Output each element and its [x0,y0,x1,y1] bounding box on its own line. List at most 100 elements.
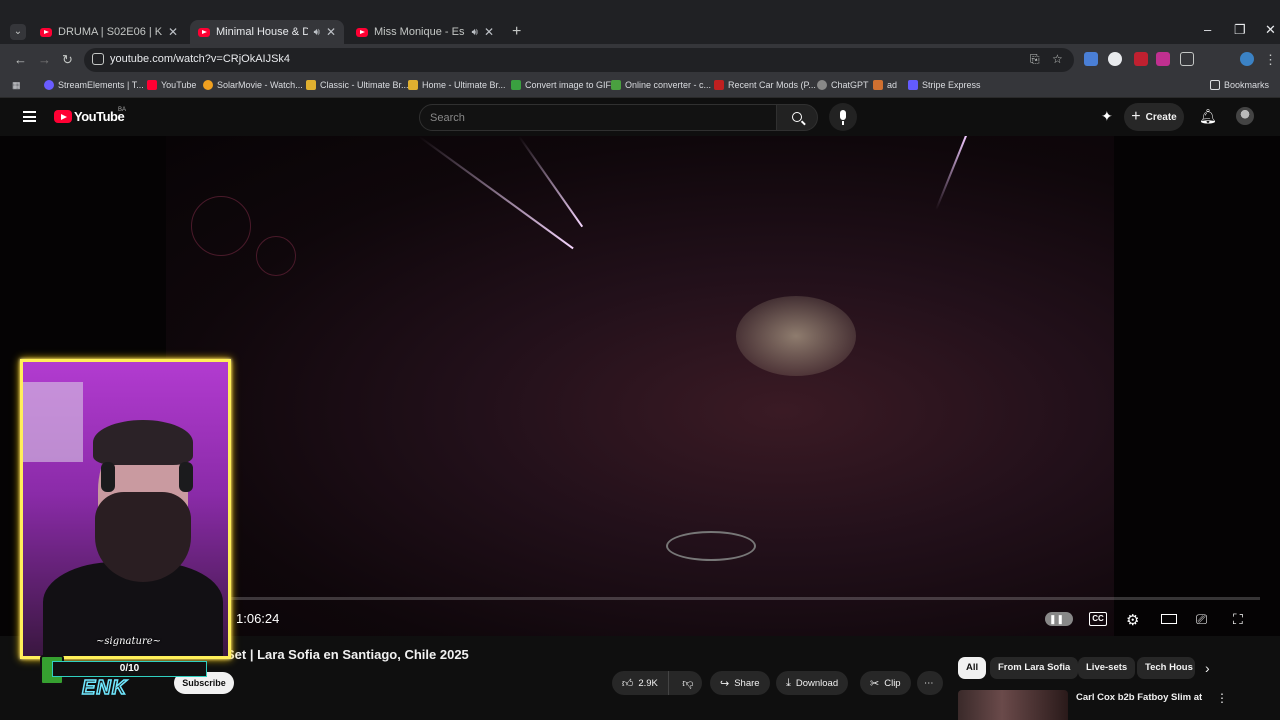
progress-bar[interactable] [230,597,1260,600]
like-dislike-group: 👍︎ 2.9K 👎︎ [612,671,702,695]
hamburger-menu-icon[interactable] [23,111,36,122]
download-button[interactable]: ⤓ Download [776,671,849,695]
theater-mode-icon[interactable] [1161,614,1177,624]
tab-minimal-house[interactable]: Minimal House & Deep Tec 🔊︎ ✕ [190,20,344,44]
bookmarks-folder[interactable]: Bookmarks [1210,80,1269,90]
chevron-right-icon[interactable]: › [1205,660,1210,676]
cam-person-hair [93,420,193,465]
tab-close-icon[interactable]: ✕ [326,25,336,39]
youtube-favicon-icon [356,27,368,37]
extension-icon[interactable] [1108,52,1122,66]
bookmark-home-ultimate[interactable]: Home - Ultimate Br... [408,80,506,90]
create-button[interactable]: + Create [1124,103,1184,131]
address-bar[interactable]: youtube.com/watch?v=CRjOkAIJSk4 ⎘ ☆ [84,48,1074,72]
bookmark-classic-ultimate[interactable]: Classic - Ultimate Br... [306,80,409,90]
search-placeholder: Search [430,112,465,124]
bookmark-youtube[interactable]: YouTube [147,80,196,90]
captions-cc-icon[interactable]: CC [1089,612,1107,626]
youtube-logo-icon[interactable] [54,110,72,123]
cam-person-beard [95,492,191,582]
share-arrow-icon: ↪ [720,677,730,690]
profile-avatar[interactable] [1240,52,1254,66]
turntable-platter [666,531,756,561]
tab-search-chevron-icon[interactable]: ⌄ [10,24,26,40]
video-title: Set | Lara Sofia en Santiago, Chile 2025 [226,647,469,662]
notifications-bell-icon[interactable]: 🔔︎ [1199,108,1217,125]
bookmark-streamelements[interactable]: StreamElements | T... [44,80,144,90]
ring-light [256,236,296,276]
voice-search-mic-icon[interactable] [829,103,857,131]
speaker-icon[interactable]: 🔊︎ [472,27,478,38]
bookmark-online-converter[interactable]: Online converter - c... [611,80,711,90]
new-tab-icon[interactable]: + [512,23,521,41]
extensions-puzzle-icon[interactable] [1180,52,1194,66]
bookmark-ad[interactable]: ad [873,80,897,90]
site-info-icon[interactable] [92,53,104,65]
channel-logo: ENK [81,676,128,700]
youtube-favicon-icon [198,27,210,37]
light-glow [736,296,856,376]
bookmark-label: Classic - Ultimate Br... [320,80,409,90]
forward-icon[interactable]: → [38,52,51,67]
bookmark-label: Stripe Express [922,80,981,90]
speaker-icon[interactable]: 🔊︎ [314,27,320,38]
install-app-icon[interactable]: ⎘ [1030,52,1040,67]
dislike-button-thumbs-down-icon[interactable]: 👎︎ [674,677,702,690]
chip-from-lara-sofia[interactable]: From Lara Sofia [990,657,1079,679]
chip-all[interactable]: All [958,657,987,679]
ring-light [191,196,251,256]
country-code: BA [118,107,127,113]
bookmark-convert-gif[interactable]: Convert image to GIF [511,80,611,90]
like-count: 2.9K [638,677,658,689]
account-avatar[interactable] [1236,107,1254,125]
apps-grid-icon[interactable]: ▦ [12,80,21,91]
bookmark-label: ad [887,80,898,90]
search-input[interactable]: Search [419,104,777,131]
tab-druma[interactable]: DRUMA | S02E06 | KONURALP | ✕ [32,20,186,44]
bookmark-icon [817,80,827,90]
bookmark-icon [203,80,213,90]
scissors-icon: ✂ [870,677,880,690]
bookmark-solarmovie[interactable]: SolarMovie - Watch... [203,80,303,90]
url-text: youtube.com/watch?v=CRjOkAIJSk4 [110,53,291,65]
chip-live-sets[interactable]: Live-sets [1078,657,1136,679]
recommended-thumbnail[interactable] [958,690,1068,720]
bookmark-icon [873,80,883,90]
tab-close-icon[interactable]: ✕ [484,25,494,39]
bookmark-chatgpt[interactable]: ChatGPT [817,80,869,90]
tab-miss-monique[interactable]: Miss Monique - Es Vedrà (L 🔊︎ ✕ [348,20,502,44]
bookmark-stripe[interactable]: Stripe Express [908,80,981,90]
bookmark-icon [611,80,621,90]
chip-tech-house[interactable]: Tech Hous [1137,657,1195,679]
ai-sparkle-icon[interactable]: ✦ [1101,108,1113,125]
bookmark-star-icon[interactable]: ☆ [1052,52,1063,66]
reload-icon[interactable]: ↻ [62,52,73,68]
like-button[interactable]: 👍︎ 2.9K [612,671,669,695]
minimize-icon[interactable]: – [1204,22,1211,37]
translate-extension-icon[interactable] [1084,52,1098,66]
bookmark-icon [306,80,316,90]
streamer-webcam-overlay [20,359,231,659]
tab-title: Miss Monique - Es Vedrà (L [374,26,466,38]
fullscreen-icon[interactable]: ⛶ [1233,611,1243,628]
more-vertical-icon[interactable]: ⋮ [1216,691,1228,705]
settings-gear-icon[interactable]: ⚙ [1126,611,1139,629]
menu-kebab-icon[interactable]: ⋮ [1264,52,1277,68]
back-icon[interactable]: ← [14,52,27,67]
cast-icon[interactable]: ⎚ [1196,611,1207,628]
share-button[interactable]: ↪ Share [710,671,770,695]
more-actions-button[interactable]: ⋯ [917,671,943,695]
autoplay-toggle[interactable]: ❚❚ [1045,612,1073,626]
tab-close-icon[interactable]: ✕ [168,25,178,39]
recommended-title[interactable]: Carl Cox b2b Fatboy Slim at [1076,692,1202,703]
bookmark-car-mods[interactable]: Recent Car Mods (P... [714,80,816,90]
youtube-logo-text[interactable]: YouTube [74,109,125,124]
clip-button[interactable]: ✂ Clip [860,671,911,695]
search-button[interactable] [776,104,818,131]
signature-watermark: ~signature~ [96,636,162,647]
restore-icon[interactable]: ❐ [1234,22,1246,38]
adblock-extension-icon[interactable] [1134,52,1148,66]
close-window-icon[interactable]: ✕ [1265,22,1276,38]
bookmark-label: SolarMovie - Watch... [217,80,303,90]
extension-icon[interactable] [1156,52,1170,66]
